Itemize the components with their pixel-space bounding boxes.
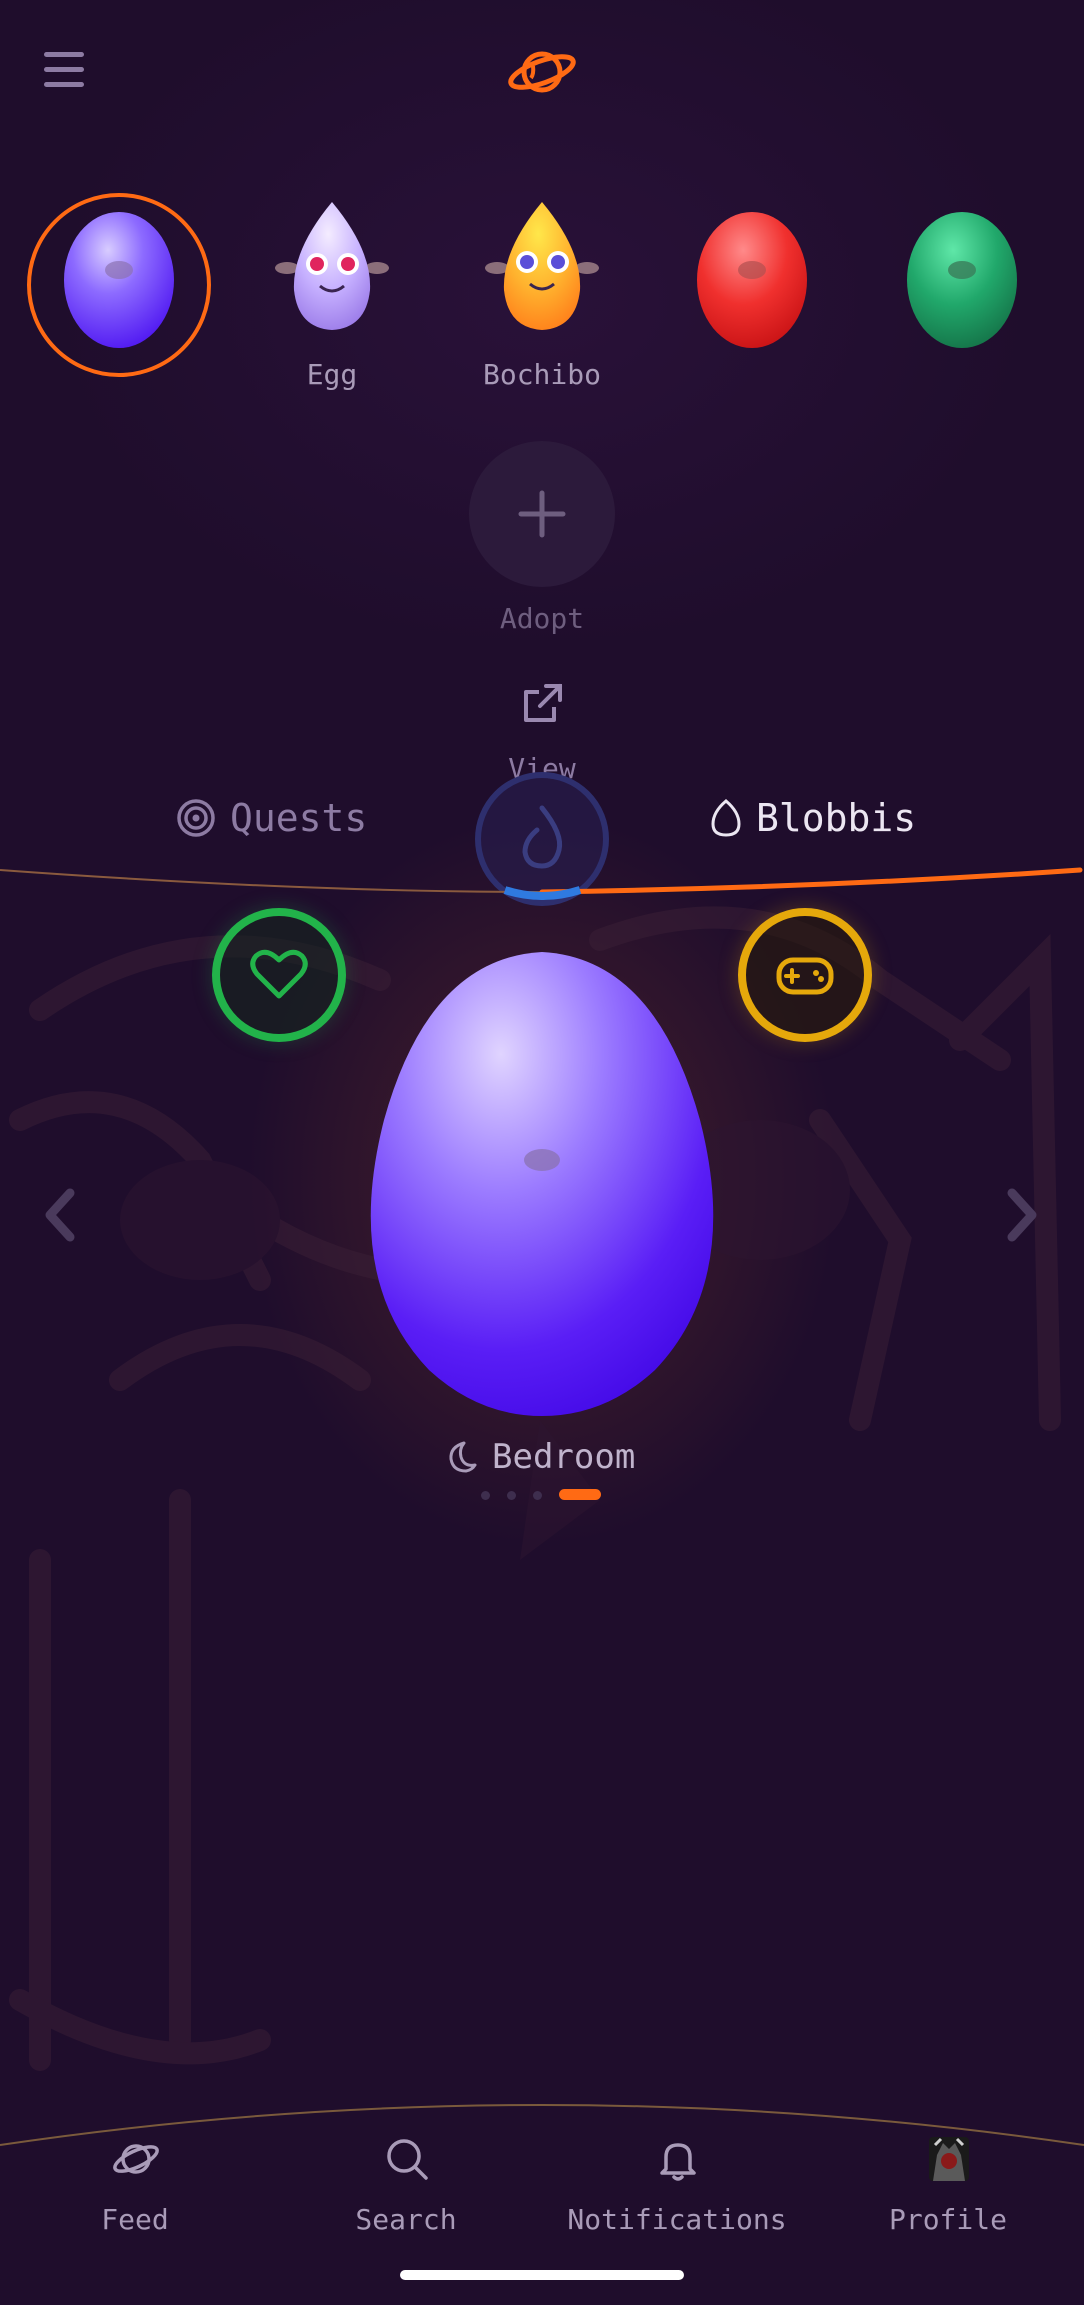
pet-slot-bochibo[interactable]: Bochibo bbox=[452, 190, 632, 400]
pet-slot-egg[interactable]: Egg bbox=[242, 190, 422, 400]
nav-search[interactable]: Search bbox=[296, 2135, 516, 2236]
tab-blobbis[interactable]: Blobbis bbox=[710, 790, 916, 846]
green-egg-icon bbox=[907, 212, 1017, 348]
moon-icon bbox=[449, 1441, 477, 1473]
play-button[interactable] bbox=[738, 908, 872, 1042]
nav-feed-label: Feed bbox=[101, 2203, 169, 2236]
external-link-icon bbox=[524, 684, 562, 722]
nav-profile-label: Profile bbox=[888, 2203, 1007, 2236]
pet-slot-purple[interactable] bbox=[29, 190, 209, 400]
nav-search-label: Search bbox=[355, 2203, 457, 2236]
adopt-button[interactable] bbox=[469, 441, 615, 587]
room-dot[interactable] bbox=[507, 1491, 516, 1500]
pet-label: Bochibo bbox=[482, 358, 601, 391]
egg-character-icon bbox=[275, 202, 389, 330]
room-dot[interactable] bbox=[533, 1491, 542, 1500]
pet-slot-red[interactable] bbox=[662, 190, 842, 400]
room-label: Bedroom bbox=[492, 1437, 636, 1477]
tab-quests[interactable]: Quests bbox=[176, 790, 367, 846]
nav-feed[interactable]: Feed bbox=[25, 2135, 245, 2236]
plus-icon bbox=[518, 490, 566, 538]
planet-logo-icon[interactable] bbox=[507, 44, 577, 100]
purple-egg-icon bbox=[64, 212, 174, 348]
planet-icon bbox=[113, 2144, 159, 2174]
tab-quests-label: Quests bbox=[230, 796, 368, 840]
adopt-label: Adopt bbox=[499, 602, 585, 635]
bell-icon bbox=[660, 2143, 696, 2181]
room-pagination bbox=[481, 1489, 611, 1501]
room-dot-active[interactable] bbox=[559, 1489, 601, 1500]
tab-divider bbox=[0, 867, 1083, 900]
heart-icon bbox=[250, 949, 308, 999]
main-blobbi-egg[interactable] bbox=[355, 950, 729, 1416]
home-indicator[interactable] bbox=[400, 2270, 684, 2280]
nav-profile[interactable]: Profile bbox=[838, 2135, 1058, 2236]
bochibo-character-icon bbox=[485, 202, 599, 330]
avatar bbox=[929, 2137, 969, 2181]
health-button[interactable] bbox=[212, 908, 346, 1042]
search-icon bbox=[387, 2139, 428, 2180]
tab-blobbis-label: Blobbis bbox=[756, 796, 917, 840]
gamepad-icon bbox=[776, 957, 834, 995]
chevron-right-icon[interactable] bbox=[1002, 1185, 1042, 1245]
egg-outline-icon bbox=[711, 799, 741, 837]
red-egg-icon bbox=[697, 212, 807, 348]
pet-slot-green[interactable] bbox=[872, 190, 1052, 400]
room-indicator: Bedroom bbox=[442, 1432, 662, 1482]
nav-notifications-label: Notifications bbox=[567, 2203, 787, 2236]
chevron-left-icon[interactable] bbox=[40, 1185, 80, 1245]
pet-label: Egg bbox=[306, 358, 358, 391]
hamburger-menu-icon[interactable] bbox=[44, 52, 88, 92]
nav-notifications[interactable]: Notifications bbox=[567, 2135, 787, 2236]
target-icon bbox=[177, 799, 215, 837]
room-dot[interactable] bbox=[481, 1491, 490, 1500]
